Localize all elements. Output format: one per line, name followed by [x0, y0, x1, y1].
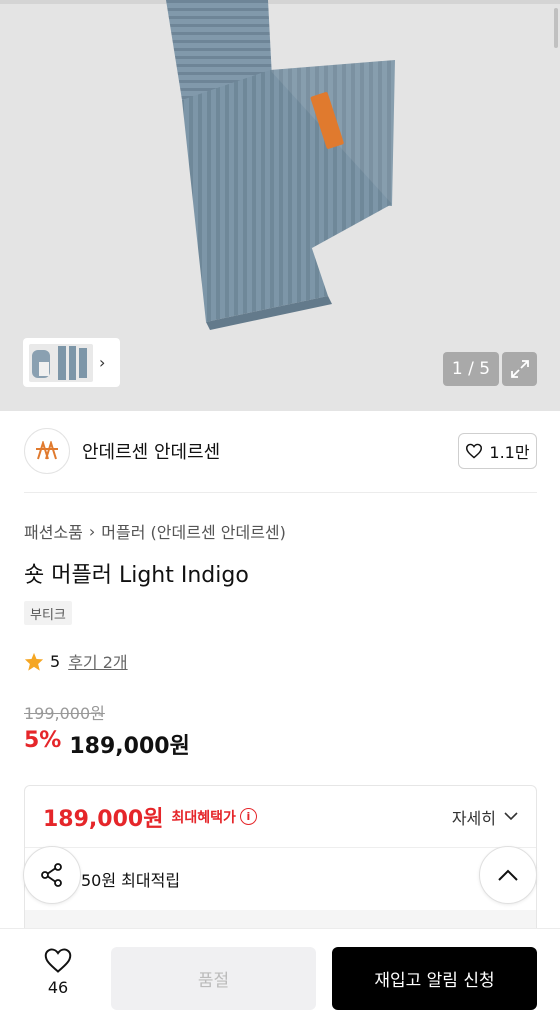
- review-link[interactable]: 후기 2개: [68, 649, 127, 673]
- brand-like-button[interactable]: 1.1만: [458, 433, 537, 469]
- share-button[interactable]: [23, 846, 81, 904]
- thumbnail-image[interactable]: [29, 343, 93, 382]
- wishlist-button[interactable]: 46: [30, 947, 86, 997]
- chevron-down-icon: [504, 812, 518, 821]
- heart-icon: [466, 443, 483, 459]
- restock-alert-button[interactable]: 재입고 알림 신청: [332, 947, 537, 1010]
- original-price: 199,000원: [24, 704, 105, 723]
- product-title: 숏 머플러 Light Indigo: [24, 563, 249, 588]
- breadcrumb: 패션소품 › 머플러 (안데르센 안데르센): [24, 519, 286, 543]
- detail-label: 자세히: [451, 808, 496, 828]
- boutique-tag: 부티크: [24, 601, 72, 625]
- soldout-button: 품절: [111, 947, 316, 1010]
- product-image-carousel[interactable]: › 1 / 5: [0, 0, 560, 411]
- brand-logo[interactable]: [24, 428, 70, 474]
- brand-name[interactable]: 안데르센 안데르센: [82, 438, 220, 464]
- best-price-label: 최대혜택가: [171, 809, 236, 826]
- rating-row: 5 후기 2개: [24, 649, 128, 673]
- chevron-right-icon: ›: [88, 521, 96, 541]
- heart-icon: [44, 948, 72, 973]
- image-counter: 1 / 5: [443, 352, 499, 386]
- breadcrumb-subcategory[interactable]: 머플러 (안데르센 안데르센): [101, 519, 286, 543]
- rating-value: 5: [50, 651, 61, 671]
- scrollbar[interactable]: [554, 8, 558, 48]
- chevron-up-icon: [498, 869, 518, 881]
- brand-like-count: 1.1만: [489, 443, 530, 462]
- sale-price-row: 5% 189,000원: [24, 728, 190, 760]
- best-price-row[interactable]: 189,000원 최대혜택가 i 자세히: [25, 786, 536, 848]
- detail-button[interactable]: 자세히: [452, 805, 518, 829]
- sale-price: 189,000원: [69, 734, 190, 759]
- thumbnail-strip[interactable]: ›: [23, 338, 120, 387]
- breadcrumb-category[interactable]: 패션소품: [24, 519, 83, 543]
- points-text: 50원 최대적립: [81, 871, 181, 890]
- bottom-action-bar: 46 품절 재입고 알림 신청: [0, 928, 560, 1024]
- expand-icon[interactable]: [502, 352, 537, 386]
- points-row: 50원 최대적립: [25, 848, 536, 910]
- best-price: 189,000원: [43, 806, 164, 832]
- discount-rate: 5%: [24, 728, 62, 753]
- divider: [24, 492, 537, 493]
- chevron-right-icon[interactable]: ›: [99, 353, 105, 372]
- info-icon[interactable]: i: [239, 808, 257, 825]
- scroll-top-button[interactable]: [479, 846, 537, 904]
- brand-row[interactable]: 안데르센 안데르센 1.1만: [24, 428, 537, 474]
- share-icon: [41, 863, 62, 887]
- benefit-card: 189,000원 최대혜택가 i 자세히 50원 최대적립: [24, 785, 537, 945]
- wish-count: 46: [47, 978, 69, 997]
- star-icon: [24, 652, 44, 671]
